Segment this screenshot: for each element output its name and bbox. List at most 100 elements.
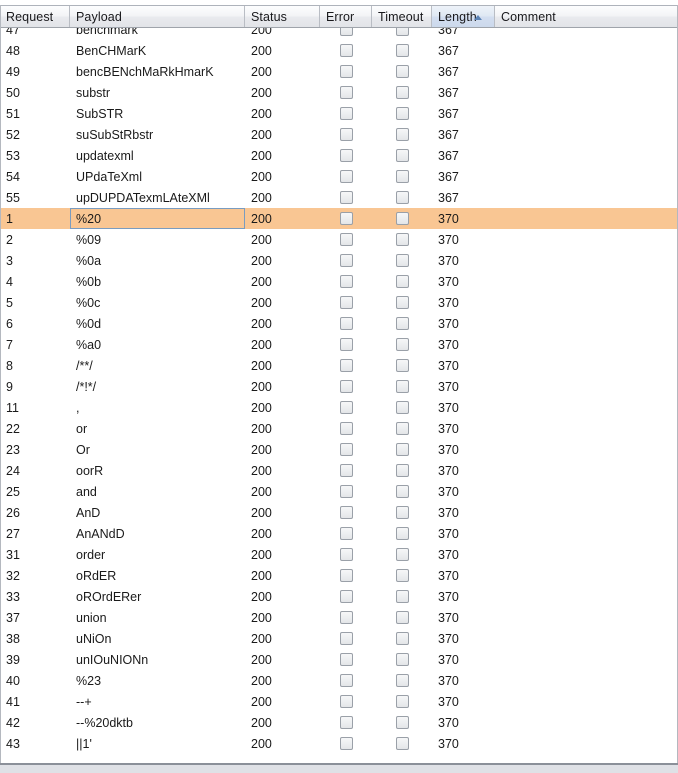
table-row[interactable]: 3 %0a 200 370: [0, 250, 678, 271]
table-row[interactable]: 23 Or 200 370: [0, 439, 678, 460]
table-row[interactable]: 11, 200 370: [0, 397, 678, 418]
table-row[interactable]: 37 union 200 370: [0, 607, 678, 628]
error-checkbox[interactable]: [339, 149, 353, 162]
error-checkbox[interactable]: [339, 380, 353, 393]
table-row[interactable]: 32 oRdER 200 370: [0, 565, 678, 586]
timeout-checkbox[interactable]: [395, 254, 409, 267]
timeout-checkbox[interactable]: [395, 233, 409, 246]
timeout-checkbox[interactable]: [395, 359, 409, 372]
error-checkbox[interactable]: [339, 317, 353, 330]
column-header-comment[interactable]: Comment: [495, 6, 678, 27]
timeout-checkbox[interactable]: [395, 443, 409, 456]
table-row[interactable]: 27 AnANdD 200 370: [0, 523, 678, 544]
table-row[interactable]: 42 --%20dktb 200 370: [0, 712, 678, 733]
error-checkbox[interactable]: [339, 275, 353, 288]
timeout-checkbox[interactable]: [395, 653, 409, 666]
error-checkbox[interactable]: [339, 254, 353, 267]
table-row[interactable]: 2 %09 200 370: [0, 229, 678, 250]
error-checkbox[interactable]: [339, 338, 353, 351]
column-header-request[interactable]: Request: [0, 6, 70, 27]
error-checkbox[interactable]: [339, 107, 353, 120]
error-checkbox[interactable]: [339, 65, 353, 78]
error-checkbox[interactable]: [339, 737, 353, 750]
error-checkbox[interactable]: [339, 527, 353, 540]
timeout-checkbox[interactable]: [395, 170, 409, 183]
timeout-checkbox[interactable]: [395, 506, 409, 519]
error-checkbox[interactable]: [339, 170, 353, 183]
error-checkbox[interactable]: [339, 695, 353, 708]
error-checkbox[interactable]: [339, 716, 353, 729]
table-row[interactable]: 50 substr 200 367: [0, 82, 678, 103]
timeout-checkbox[interactable]: [395, 548, 409, 561]
error-checkbox[interactable]: [339, 359, 353, 372]
table-row[interactable]: 7 %a0 200 370: [0, 334, 678, 355]
table-row[interactable]: 5 %0c 200 370: [0, 292, 678, 313]
error-checkbox[interactable]: [339, 653, 353, 666]
error-checkbox[interactable]: [339, 590, 353, 603]
error-checkbox[interactable]: [339, 191, 353, 204]
timeout-checkbox[interactable]: [395, 28, 409, 36]
timeout-checkbox[interactable]: [395, 44, 409, 57]
error-checkbox[interactable]: [339, 296, 353, 309]
timeout-checkbox[interactable]: [395, 590, 409, 603]
error-checkbox[interactable]: [339, 86, 353, 99]
timeout-checkbox[interactable]: [395, 737, 409, 750]
table-row[interactable]: 1 %20 200 370: [0, 208, 678, 229]
timeout-checkbox[interactable]: [395, 695, 409, 708]
table-row[interactable]: 43 ||1' 200 370: [0, 733, 678, 754]
timeout-checkbox[interactable]: [395, 275, 409, 288]
timeout-checkbox[interactable]: [395, 485, 409, 498]
table-row[interactable]: 26 AnD 200 370: [0, 502, 678, 523]
timeout-checkbox[interactable]: [395, 86, 409, 99]
timeout-checkbox[interactable]: [395, 527, 409, 540]
column-header-length[interactable]: Length: [432, 6, 495, 27]
error-checkbox[interactable]: [339, 233, 353, 246]
table-row[interactable]: 39 unIOuNIONn 200 370: [0, 649, 678, 670]
table-row[interactable]: 40 %23 200 370: [0, 670, 678, 691]
timeout-checkbox[interactable]: [395, 611, 409, 624]
table-row[interactable]: 9 /*!*/ 200 370: [0, 376, 678, 397]
table-row[interactable]: 8 /**/ 200 370: [0, 355, 678, 376]
table-row[interactable]: 38 uNiOn 200 370: [0, 628, 678, 649]
table-row[interactable]: 53 updatexml 200 367: [0, 145, 678, 166]
table-row[interactable]: 24 oorR 200 370: [0, 460, 678, 481]
column-header-payload[interactable]: Payload: [70, 6, 245, 27]
table-row[interactable]: 4 %0b 200 370: [0, 271, 678, 292]
error-checkbox[interactable]: [339, 548, 353, 561]
timeout-checkbox[interactable]: [395, 422, 409, 435]
error-checkbox[interactable]: [339, 128, 353, 141]
timeout-checkbox[interactable]: [395, 569, 409, 582]
table-row[interactable]: 51 SubSTR 200 367: [0, 103, 678, 124]
column-header-error[interactable]: Error: [320, 6, 372, 27]
error-checkbox[interactable]: [339, 632, 353, 645]
column-header-status[interactable]: Status: [245, 6, 320, 27]
timeout-checkbox[interactable]: [395, 716, 409, 729]
error-checkbox[interactable]: [339, 569, 353, 582]
error-checkbox[interactable]: [339, 464, 353, 477]
error-checkbox[interactable]: [339, 443, 353, 456]
table-row[interactable]: 55 upDUPDATexmLAteXMl 200 367: [0, 187, 678, 208]
table-row[interactable]: 22 or 200 370: [0, 418, 678, 439]
timeout-checkbox[interactable]: [395, 632, 409, 645]
table-row[interactable]: 54 UPdaTeXml 200 367: [0, 166, 678, 187]
column-header-timeout[interactable]: Timeout: [372, 6, 432, 27]
table-row[interactable]: 25 and 200 370: [0, 481, 678, 502]
table-row[interactable]: 47 benchmark 200 367: [0, 28, 678, 40]
table-row[interactable]: 48 BenCHMarK 200 367: [0, 40, 678, 61]
timeout-checkbox[interactable]: [395, 338, 409, 351]
error-checkbox[interactable]: [339, 212, 353, 225]
timeout-checkbox[interactable]: [395, 317, 409, 330]
error-checkbox[interactable]: [339, 422, 353, 435]
error-checkbox[interactable]: [339, 485, 353, 498]
error-checkbox[interactable]: [339, 44, 353, 57]
table-row[interactable]: 31 order 200 370: [0, 544, 678, 565]
table-row[interactable]: 49 bencBENchMaRkHmarK 200 367: [0, 61, 678, 82]
timeout-checkbox[interactable]: [395, 149, 409, 162]
timeout-checkbox[interactable]: [395, 212, 409, 225]
timeout-checkbox[interactable]: [395, 674, 409, 687]
error-checkbox[interactable]: [339, 401, 353, 414]
timeout-checkbox[interactable]: [395, 380, 409, 393]
timeout-checkbox[interactable]: [395, 128, 409, 141]
error-checkbox[interactable]: [339, 28, 353, 36]
table-row[interactable]: 41 --+ 200 370: [0, 691, 678, 712]
